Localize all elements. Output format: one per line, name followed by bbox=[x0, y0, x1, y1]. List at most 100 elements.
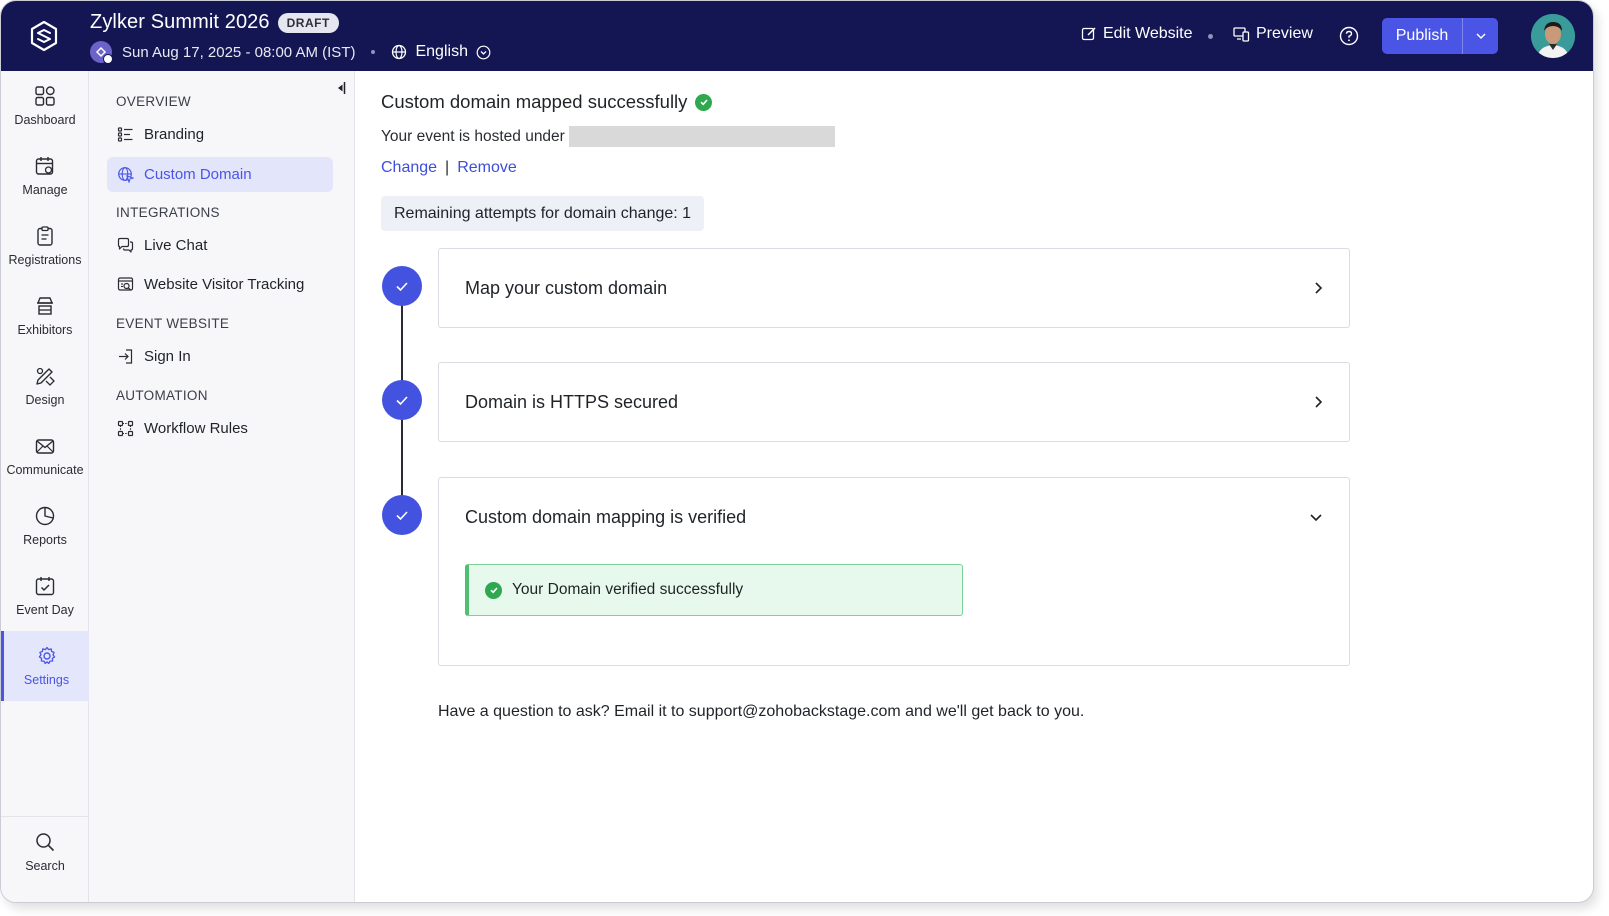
globe-icon bbox=[392, 44, 407, 60]
edit-website-label: Edit Website bbox=[1103, 25, 1193, 42]
step-header[interactable]: Domain is HTTPS secured bbox=[439, 363, 1349, 441]
rail-label: Dashboard bbox=[14, 113, 76, 127]
publish-button[interactable]: Publish bbox=[1382, 18, 1462, 54]
section-heading-event-website: EVENT WEBSITE bbox=[116, 316, 230, 331]
language-label: English bbox=[415, 43, 468, 60]
subnav-label: Website Visitor Tracking bbox=[144, 276, 305, 293]
header-separator-dot bbox=[1208, 34, 1213, 39]
rail-item-event-day[interactable]: Event Day bbox=[1, 561, 89, 631]
preview-devices-icon bbox=[1233, 27, 1250, 42]
subnav-label: Custom Domain bbox=[144, 166, 252, 183]
section-heading-automation: AUTOMATION bbox=[116, 388, 208, 403]
rail-label: Exhibitors bbox=[17, 323, 73, 337]
draft-badge: DRAFT bbox=[277, 12, 339, 33]
verified-message: Your Domain verified successfully bbox=[512, 581, 744, 598]
support-help-text: Have a question to ask? Email it to supp… bbox=[438, 703, 1085, 720]
subnav-label: Live Chat bbox=[144, 237, 208, 254]
chevron-right-icon bbox=[1315, 396, 1323, 408]
rail-label: Registrations bbox=[8, 253, 82, 267]
section-heading-overview: OVERVIEW bbox=[116, 94, 191, 109]
remove-domain-link[interactable]: Remove bbox=[457, 159, 517, 177]
event-meta-row: Sun Aug 17, 2025 - 08:00 AM (IST) Englis… bbox=[90, 41, 491, 64]
calendar-gear-icon bbox=[35, 157, 54, 175]
rail-item-settings[interactable]: Settings bbox=[1, 631, 89, 701]
grid-icon bbox=[35, 86, 55, 106]
hosted-under-row: Your event is hosted under bbox=[381, 126, 835, 147]
event-status-icon bbox=[90, 41, 113, 64]
step-header[interactable]: Custom domain mapping is verified bbox=[439, 478, 1349, 556]
rail-item-registrations[interactable]: Registrations bbox=[1, 211, 89, 281]
rail-label: Reports bbox=[23, 533, 67, 547]
publish-options-button[interactable] bbox=[1462, 18, 1498, 54]
list-icon bbox=[117, 127, 133, 142]
custom-domain-panel: Custom domain mapped successfully Your e… bbox=[356, 71, 1593, 902]
rail-label: Settings bbox=[23, 673, 70, 687]
step-complete-icon bbox=[382, 266, 422, 306]
redacted-domain bbox=[568, 126, 835, 147]
step-complete-icon bbox=[382, 380, 422, 420]
step-title: Map your custom domain bbox=[465, 277, 668, 298]
rail-item-manage[interactable]: Manage bbox=[1, 141, 89, 211]
event-date-time: Sun Aug 17, 2025 - 08:00 AM (IST) bbox=[122, 43, 356, 61]
app-window: Zylker Summit 2026 DRAFT Sun Aug 17, 202… bbox=[0, 0, 1594, 903]
step-header[interactable]: Map your custom domain bbox=[439, 249, 1349, 327]
rail-item-exhibitors[interactable]: Exhibitors bbox=[1, 281, 89, 351]
success-title: Custom domain mapped successfully bbox=[381, 91, 688, 112]
subnav-label: Branding bbox=[144, 126, 205, 143]
app-logo-icon[interactable] bbox=[27, 19, 61, 53]
step-card-verified: Custom domain mapping is verified Your D… bbox=[438, 477, 1350, 666]
step-complete-icon bbox=[382, 495, 422, 535]
collapse-sidebar-icon[interactable] bbox=[336, 81, 346, 95]
settings-subnav: OVERVIEW Branding Custom Domain INTEGRAT… bbox=[89, 71, 355, 902]
link-separator: | bbox=[445, 159, 450, 176]
section-heading-integrations: INTEGRATIONS bbox=[116, 205, 220, 220]
preview-button[interactable]: Preview bbox=[1233, 25, 1313, 43]
step-title: Custom domain mapping is verified bbox=[465, 506, 747, 527]
edit-icon bbox=[1081, 27, 1096, 41]
timeline-connector bbox=[401, 419, 403, 497]
step-title: Domain is HTTPS secured bbox=[465, 391, 679, 412]
change-domain-link[interactable]: Change bbox=[381, 159, 437, 177]
publish-button-group: Publish bbox=[1382, 18, 1498, 54]
clipboard-icon bbox=[37, 226, 53, 246]
rail-label: Design bbox=[25, 393, 65, 407]
rail-label: Event Day bbox=[16, 603, 74, 617]
booth-icon bbox=[37, 297, 53, 315]
search-icon bbox=[36, 832, 55, 851]
chevron-down-icon bbox=[1310, 514, 1322, 522]
subnav-item-live-chat[interactable]: Live Chat bbox=[107, 228, 333, 263]
rail-label: Search bbox=[25, 858, 65, 873]
subnav-item-sign-in[interactable]: Sign In bbox=[107, 339, 333, 374]
chevron-down-circle-icon bbox=[476, 45, 491, 59]
success-check-icon bbox=[695, 93, 713, 111]
subnav-label: Sign In bbox=[144, 348, 191, 365]
rail-item-design[interactable]: Design bbox=[1, 351, 89, 421]
subnav-item-custom-domain[interactable]: Custom Domain bbox=[107, 157, 333, 192]
preview-label: Preview bbox=[1256, 25, 1313, 42]
rail-item-search[interactable]: Search bbox=[1, 816, 89, 886]
subnav-item-workflow-rules[interactable]: Workflow Rules bbox=[107, 411, 333, 446]
hosted-under-label: Your event is hosted under bbox=[381, 127, 565, 145]
subnav-item-branding[interactable]: Branding bbox=[107, 117, 333, 152]
user-avatar[interactable] bbox=[1531, 14, 1575, 58]
mail-icon bbox=[35, 439, 55, 454]
rail-item-reports[interactable]: Reports bbox=[1, 491, 89, 561]
primary-nav-rail: Dashboard Manage Registrations Exhibitor… bbox=[1, 71, 89, 902]
rail-item-dashboard[interactable]: Dashboard bbox=[1, 71, 89, 141]
step-card-https[interactable]: Domain is HTTPS secured bbox=[438, 362, 1350, 442]
remaining-attempts-banner: Remaining attempts for domain change: 1 bbox=[381, 196, 705, 231]
chevron-right-icon bbox=[1315, 282, 1323, 294]
domain-actions: Change | Remove bbox=[381, 159, 517, 177]
step-card-map-domain[interactable]: Map your custom domain bbox=[438, 248, 1350, 328]
subnav-label: Workflow Rules bbox=[144, 420, 248, 437]
success-check-icon bbox=[485, 581, 502, 599]
rail-label: Communicate bbox=[6, 463, 84, 477]
success-title-row: Custom domain mapped successfully bbox=[381, 91, 713, 113]
subnav-item-visitor-tracking[interactable]: Website Visitor Tracking bbox=[107, 267, 333, 302]
language-selector[interactable]: English bbox=[391, 43, 491, 61]
help-icon[interactable] bbox=[1339, 26, 1359, 46]
rail-item-communicate[interactable]: Communicate bbox=[1, 421, 89, 491]
top-header: Zylker Summit 2026 DRAFT Sun Aug 17, 202… bbox=[1, 1, 1593, 71]
edit-website-button[interactable]: Edit Website bbox=[1081, 25, 1193, 43]
separator-dot bbox=[371, 50, 376, 54]
